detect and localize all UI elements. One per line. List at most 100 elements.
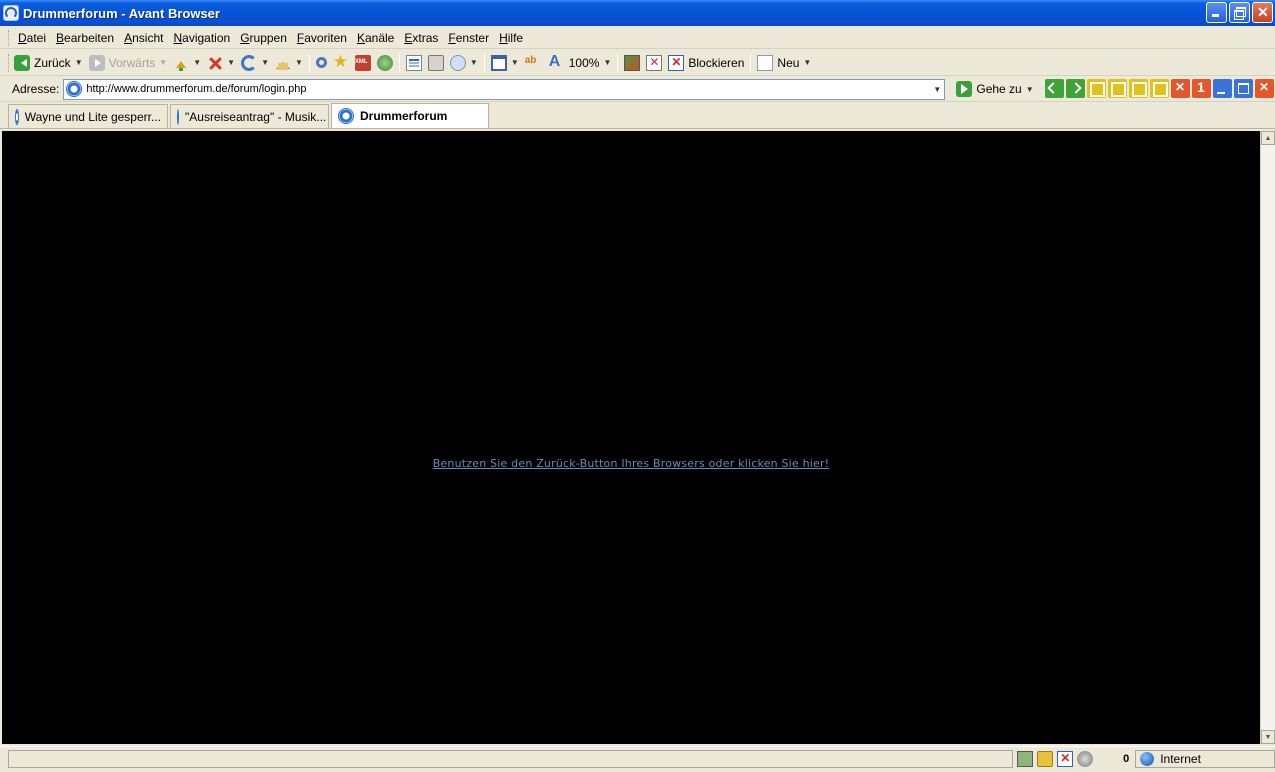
chevron-down-icon[interactable]: ▼ [511, 58, 519, 67]
security-zone[interactable]: Internet [1135, 749, 1275, 768]
translate-icon [525, 55, 541, 71]
refresh-icon [241, 54, 258, 71]
address-url[interactable]: http://www.drummerforum.de/forum/login.p… [86, 83, 306, 95]
chevron-down-icon[interactable]: ▼ [261, 58, 269, 67]
zoom-dropdown[interactable]: 100% ▼ [566, 52, 615, 74]
rss-button[interactable] [352, 52, 374, 74]
menu-ansicht[interactable]: Ansicht [119, 28, 168, 48]
back-button[interactable]: Zurück ▼ [11, 52, 86, 74]
status-bar: 0 Internet [0, 746, 1275, 770]
minimize-button[interactable] [1206, 2, 1227, 23]
vertical-scrollbar[interactable]: ▲ ▼ [1260, 131, 1275, 744]
menu-gruppen[interactable]: Gruppen [235, 28, 292, 48]
popup-blocker-icon[interactable] [1057, 750, 1074, 767]
chevron-down-icon[interactable]: ▼ [803, 58, 811, 67]
cascade-button[interactable] [1087, 79, 1106, 98]
tab-restore-button[interactable] [1234, 79, 1253, 98]
chevron-down-icon[interactable]: ▼ [295, 58, 303, 67]
tile-vertical-button[interactable] [1129, 79, 1148, 98]
edit-button[interactable] [403, 52, 425, 74]
home-button[interactable]: ▼ [272, 52, 306, 74]
tab-controls [1045, 79, 1274, 98]
blocked-count: 0 [1123, 752, 1130, 765]
title-bar: Drummerforum - Avant Browser [0, 0, 1275, 26]
chevron-down-icon[interactable]: ▼ [227, 58, 235, 67]
ie-page-icon [177, 108, 179, 125]
tile-horizontal-button[interactable] [1108, 79, 1127, 98]
block-images-button[interactable] [643, 52, 665, 74]
address-input[interactable]: http://www.drummerforum.de/forum/login.p… [63, 78, 946, 100]
menu-hilfe[interactable]: Hilfe [494, 28, 528, 48]
font-size-icon [547, 53, 563, 71]
restore-button[interactable] [1229, 2, 1250, 23]
address-label: Adresse: [12, 82, 60, 96]
tab-wayne-und-lite[interactable]: Wayne und Lite gesperr... [8, 104, 168, 128]
chevron-down-icon[interactable]: ▼ [75, 58, 83, 67]
globe-icon [1140, 751, 1155, 766]
stop-button[interactable]: ▼ [204, 52, 238, 74]
window-icon [490, 54, 507, 71]
show-images-button[interactable] [621, 52, 643, 74]
mail-button[interactable]: ▼ [447, 52, 481, 74]
go-button[interactable]: Gehe zu ▼ [953, 78, 1036, 100]
history-button[interactable] [374, 52, 396, 74]
translate-button[interactable] [522, 52, 544, 74]
print-button[interactable] [425, 52, 447, 74]
page-icon [66, 81, 83, 97]
menu-favoriten[interactable]: Favoriten [292, 28, 352, 48]
tab-drummerforum[interactable]: Drummerforum [331, 103, 489, 128]
back-hint-link[interactable]: Benutzen Sie den Zurück-Button Ihres Bro… [433, 457, 830, 470]
lock-icon[interactable] [1037, 750, 1054, 767]
toolbar-separator [750, 53, 752, 72]
image-icon [624, 54, 641, 71]
new-button[interactable]: Neu ▼ [754, 52, 814, 74]
previous-tab-button[interactable] [1045, 79, 1064, 98]
network-icon[interactable] [1017, 750, 1034, 767]
new-page-icon [757, 54, 774, 71]
chevron-down-icon[interactable]: ▼ [470, 58, 478, 67]
menu-navigation[interactable]: Navigation [168, 28, 235, 48]
chevron-down-icon[interactable]: ▼ [1026, 85, 1034, 94]
next-tab-button[interactable] [1066, 79, 1085, 98]
window-title: Drummerforum - Avant Browser [23, 5, 220, 21]
up-button[interactable]: ▼ [170, 52, 204, 74]
block-popup-icon [668, 54, 685, 71]
close-all-tabs-button[interactable] [1171, 79, 1190, 98]
menu-fenster[interactable]: Fenster [443, 28, 494, 48]
toolbar-grip[interactable] [8, 29, 11, 46]
menu-datei[interactable]: Datei [13, 28, 51, 48]
page-content: Benutzen Sie den Zurück-Button Ihres Bro… [2, 131, 1260, 744]
forward-button[interactable]: Vorwärts ▼ [86, 52, 171, 74]
close-button[interactable] [1252, 2, 1273, 23]
toolbar-separator [483, 53, 485, 72]
menu-kanaele[interactable]: Kanäle [352, 28, 399, 48]
ie-page-icon [338, 108, 354, 124]
scroll-up-icon[interactable]: ▲ [1261, 131, 1275, 145]
avant-browser-icon[interactable] [3, 5, 19, 21]
toolbar-separator [308, 53, 310, 72]
mail-icon [449, 54, 466, 71]
printer-icon [427, 54, 444, 71]
xml-feed-icon [354, 54, 371, 71]
refresh-button[interactable]: ▼ [238, 52, 272, 74]
search-button[interactable] [313, 52, 330, 74]
menu-bar: Datei Bearbeiten Ansicht Navigation Grup… [0, 27, 1275, 49]
font-size-button[interactable] [544, 52, 566, 74]
menu-bearbeiten[interactable]: Bearbeiten [51, 28, 119, 48]
tab-minimize-button[interactable] [1213, 79, 1232, 98]
menu-extras[interactable]: Extras [399, 28, 443, 48]
close-others-button[interactable] [1192, 79, 1211, 98]
address-dropdown-icon[interactable]: ▼ [930, 80, 944, 99]
chevron-down-icon[interactable]: ▼ [159, 58, 167, 67]
tab-close-button[interactable] [1255, 79, 1274, 98]
block-popups-button[interactable]: Blockieren [665, 52, 747, 74]
new-window-button[interactable]: ▼ [488, 52, 522, 74]
scroll-down-icon[interactable]: ▼ [1261, 730, 1275, 744]
chevron-down-icon[interactable]: ▼ [193, 58, 201, 67]
chevron-down-icon[interactable]: ▼ [603, 58, 611, 67]
edit-document-icon [405, 54, 422, 71]
tab-ausreiseantrag[interactable]: "Ausreiseantrag" - Musik... [170, 104, 329, 128]
maximize-tab-button[interactable] [1150, 79, 1169, 98]
sound-icon[interactable] [1077, 750, 1094, 767]
favorites-button[interactable] [330, 52, 352, 74]
